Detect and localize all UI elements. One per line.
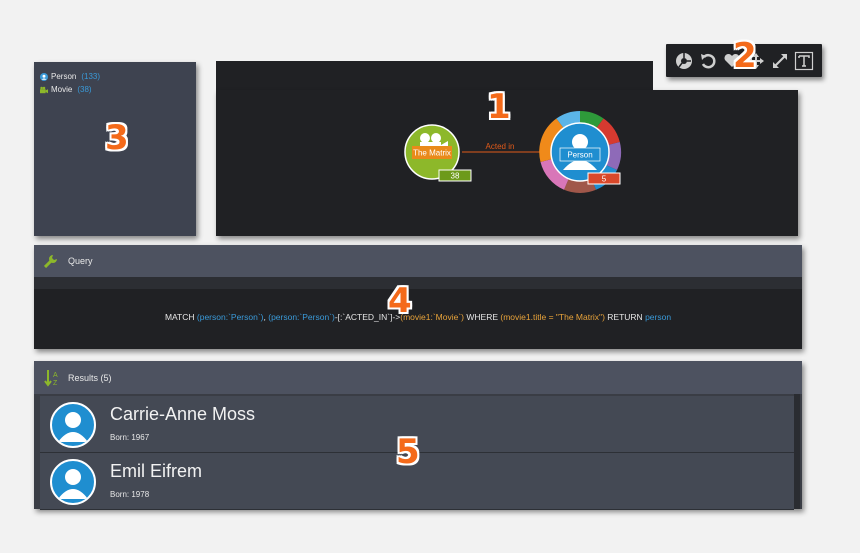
query-keyword-where: WHERE <box>464 312 501 322</box>
query-text[interactable]: MATCH (person:`Person`), (person:`Person… <box>34 312 802 322</box>
query-title: Query <box>68 256 93 266</box>
result-name: Carrie-Anne Moss <box>110 404 256 424</box>
query-return-var: person <box>645 312 672 322</box>
callout-4: 4 <box>388 281 412 321</box>
results-scrollbar[interactable] <box>794 394 800 509</box>
query-pattern-person-2: (person:`Person`) <box>268 312 335 322</box>
query-keyword-return: RETURN <box>604 312 646 322</box>
movie-camera-icon <box>40 86 48 93</box>
results-title: Results (5) <box>68 373 112 383</box>
relationship-label: Acted in <box>486 142 515 151</box>
result-name: Emil Eifrem <box>110 461 203 481</box>
callout-1: 1 <box>487 87 511 127</box>
text-icon[interactable] <box>794 51 814 71</box>
person-icon <box>58 412 88 442</box>
person-node-count-badge: 5 <box>602 175 607 184</box>
legend-label: Person <box>51 72 77 81</box>
result-born: Born: 1978 <box>110 490 150 499</box>
undo-icon[interactable] <box>698 51 718 71</box>
svg-text:A: A <box>53 372 58 379</box>
person-icon <box>58 469 88 499</box>
query-pattern-person-1: (person:`Person`) <box>196 312 264 322</box>
wrench-icon <box>44 255 57 268</box>
movie-node-label: The Matrix <box>413 149 451 158</box>
movie-node[interactable]: The Matrix 38 <box>404 124 472 182</box>
query-panel: Query MATCH (person:`Person`), (person:`… <box>34 245 802 349</box>
movie-node-count-badge: 38 <box>451 172 460 181</box>
callout-5: 5 <box>396 432 420 472</box>
svg-text:Z: Z <box>53 380 58 387</box>
query-header: Query <box>34 245 802 277</box>
query-keyword-match: MATCH <box>164 312 197 322</box>
result-born: Born: 1967 <box>110 433 150 442</box>
legend-item-person[interactable]: Person (133) <box>40 72 100 81</box>
avatar <box>50 402 96 448</box>
query-subheader <box>34 277 802 289</box>
person-node[interactable]: Person 5 <box>539 111 622 194</box>
legend-item-movie[interactable]: Movie (38) <box>40 85 92 94</box>
color-palette-icon[interactable] <box>674 51 694 71</box>
results-header: A Z Results (5) <box>34 361 802 394</box>
callout-3: 3 <box>105 118 129 158</box>
legend-count: (133) <box>81 72 101 81</box>
person-icon <box>40 72 48 81</box>
person-node-label: Person <box>567 151 592 160</box>
legend-count: (38) <box>77 85 92 94</box>
callout-2: 2 <box>733 36 757 76</box>
legend-label: Movie <box>51 85 73 94</box>
query-condition: (movie1.title = "The Matrix") <box>500 312 605 322</box>
avatar <box>50 459 96 505</box>
expand-icon[interactable] <box>770 51 790 71</box>
sort-icon: A Z <box>44 370 58 387</box>
